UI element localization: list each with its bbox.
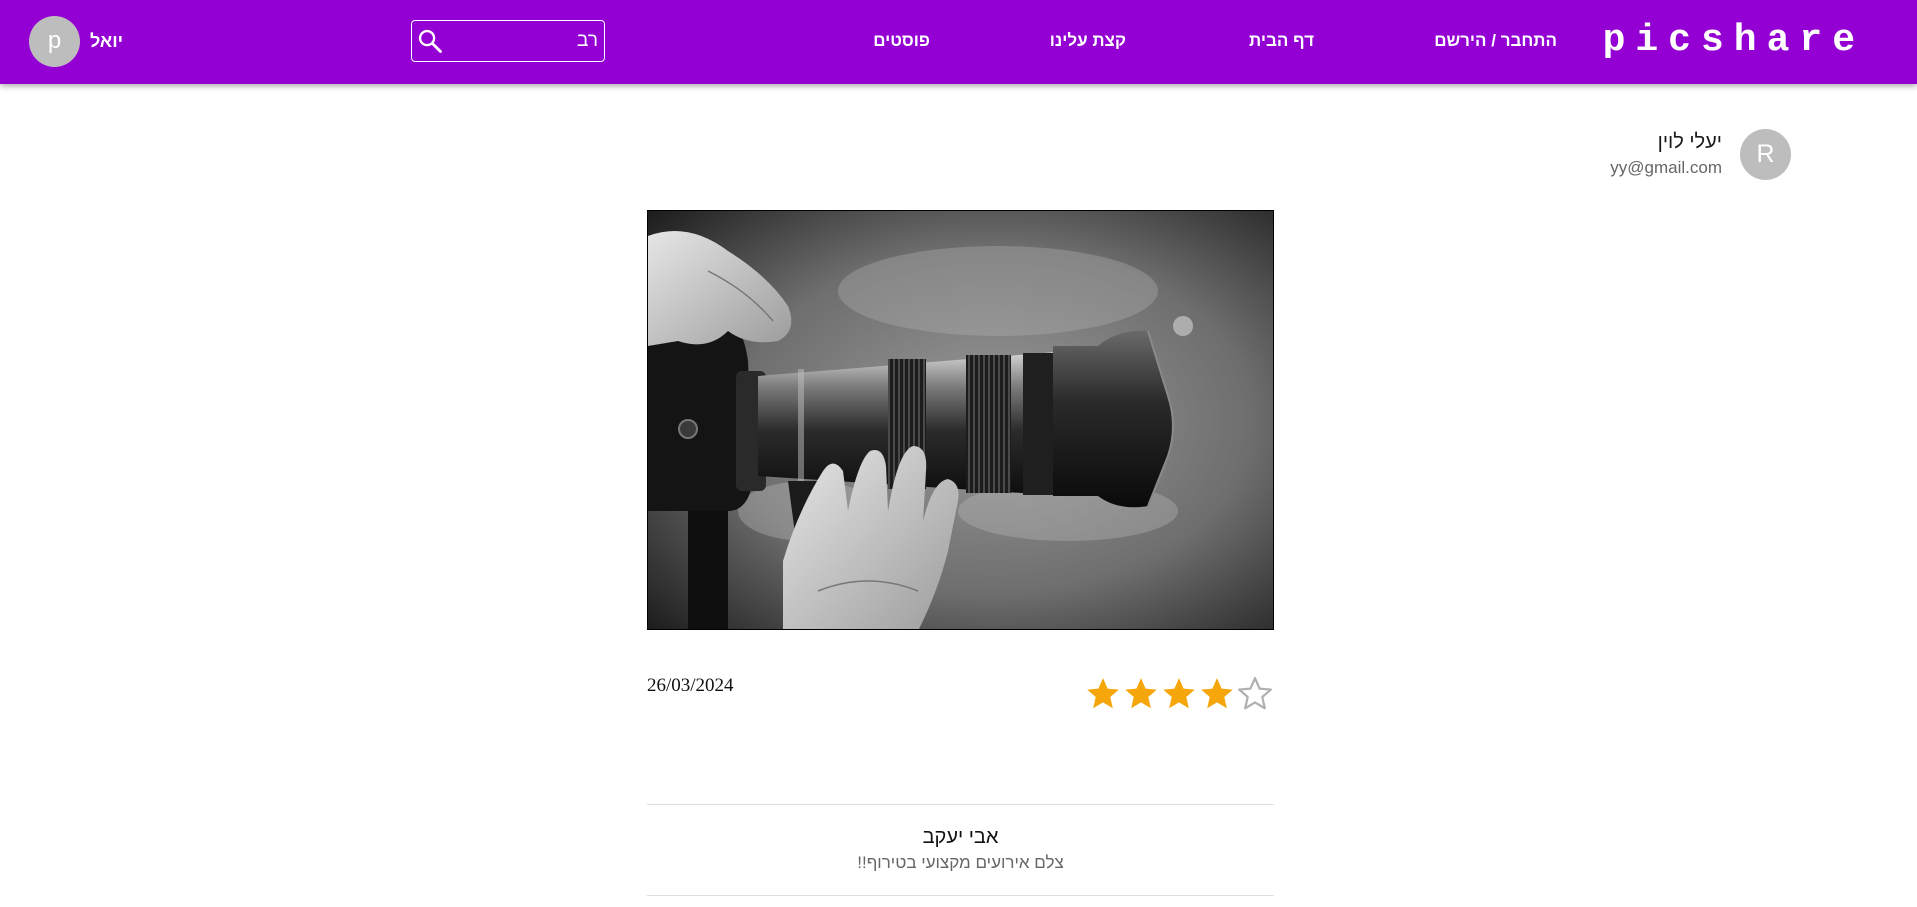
nav-login-register[interactable]: התחבר / הירשם bbox=[1434, 29, 1557, 53]
author-name[interactable]: יעלי לוין bbox=[1658, 129, 1722, 155]
star-rating bbox=[1084, 673, 1274, 715]
comment-divider-bottom bbox=[647, 895, 1274, 896]
comment-divider-top bbox=[647, 804, 1274, 805]
search-box bbox=[411, 20, 605, 62]
top-navbar: picshare התחבר / הירשם דף הבית קצת עלינו… bbox=[0, 0, 1917, 84]
star-outline-icon[interactable] bbox=[1236, 673, 1274, 715]
user-avatar[interactable]: p bbox=[29, 16, 80, 67]
comment-text: צלם אירועים מקצועי בטירוף!! bbox=[857, 853, 1064, 872]
author-avatar[interactable]: R bbox=[1740, 129, 1791, 180]
post-date: 26/03/2024 bbox=[647, 675, 734, 696]
nav-posts[interactable]: פוסטים bbox=[873, 29, 930, 53]
search-icon[interactable] bbox=[416, 27, 444, 55]
author-email: yy@gmail.com bbox=[1610, 158, 1722, 177]
search-input[interactable] bbox=[446, 25, 600, 57]
brand-logo[interactable]: picshare bbox=[1603, 18, 1865, 64]
post-image bbox=[647, 210, 1274, 630]
star-icon[interactable] bbox=[1198, 673, 1236, 715]
user-name[interactable]: יואל bbox=[90, 29, 123, 53]
star-icon[interactable] bbox=[1160, 673, 1198, 715]
comment-author: אבי יעקב bbox=[922, 826, 999, 848]
nav-about[interactable]: קצת עלינו bbox=[1050, 29, 1126, 53]
nav-home[interactable]: דף הבית bbox=[1249, 29, 1314, 53]
star-icon[interactable] bbox=[1122, 673, 1160, 715]
star-icon[interactable] bbox=[1084, 673, 1122, 715]
